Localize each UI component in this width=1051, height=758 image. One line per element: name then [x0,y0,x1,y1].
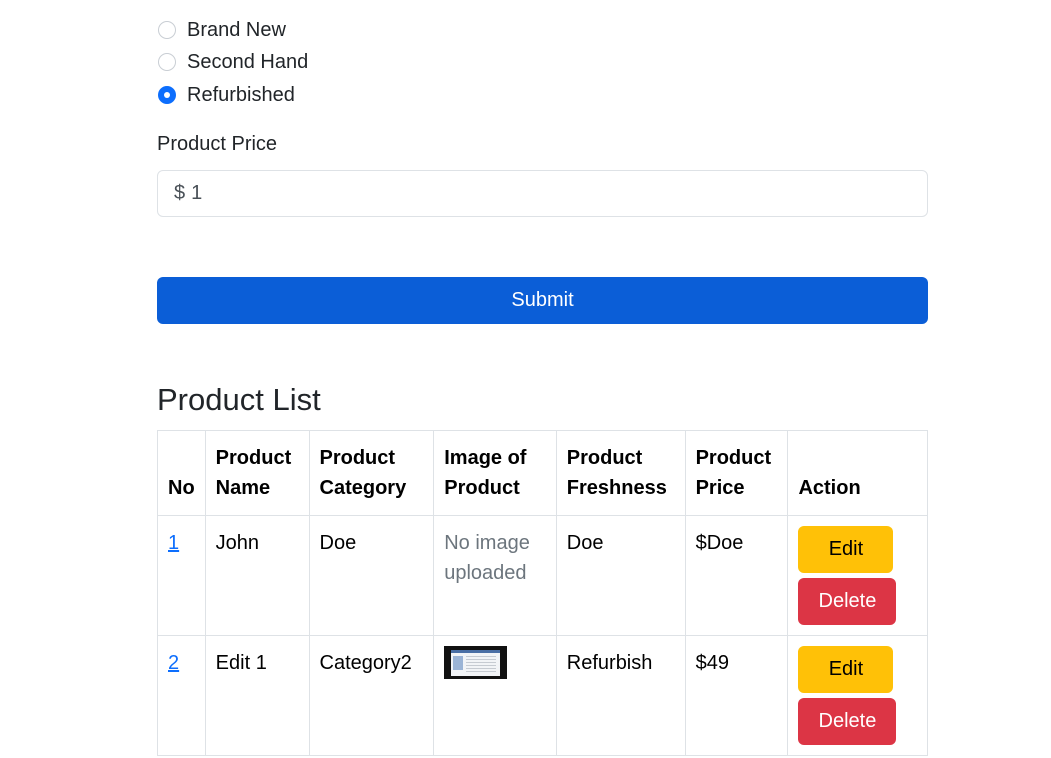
price-value: 1 [191,182,203,204]
price-label: Product Price [157,133,278,155]
cell-image [433,635,557,756]
thumbnail-screen [451,650,501,676]
price-input[interactable]: $ 1 [157,170,928,217]
cell-no: 2 [157,635,206,756]
radio-circle[interactable] [158,53,176,71]
cell-price: $Doe [684,515,789,636]
thumbnail-titlebar [451,650,501,653]
cell-actions: Edit Delete [787,515,928,636]
cell-name: Edit 1 [204,635,310,756]
product-table: No Product Name Product Category Image o… [157,430,928,756]
header-image: Image of Product [433,430,557,516]
cell-name: John [204,515,310,636]
delete-button[interactable]: Delete [798,698,897,745]
delete-button[interactable]: Delete [798,578,897,625]
header-product-name: Product Name [204,430,310,516]
radio-label: Second Hand [187,50,309,73]
radio-brand-new[interactable]: Brand New [157,18,286,42]
radio-second-hand[interactable]: Second Hand [157,50,308,74]
submit-button[interactable]: Submit [157,277,928,324]
row-number-link[interactable]: 1 [168,532,179,554]
product-thumbnail [444,646,508,679]
cell-no: 1 [157,515,206,636]
radio-refurbished[interactable]: Refurbished [157,83,295,107]
table-row: 2 Edit 1 Category2 Refurbish $49 Edit De… [157,635,928,756]
cell-actions: Edit Delete [787,635,928,756]
product-list-title: Product List [157,382,321,417]
edit-button[interactable]: Edit [798,526,894,573]
radio-label: Brand New [187,18,286,41]
cell-category: Category2 [308,635,435,756]
radio-circle[interactable] [158,21,176,39]
cell-category: Doe [308,515,435,636]
header-price: Product Price [684,430,789,516]
radio-label: Refurbished [187,83,295,106]
radio-circle-checked[interactable] [158,86,176,104]
header-product-category: Product Category [308,430,435,516]
thumbnail-sidebar [453,656,464,670]
edit-button[interactable]: Edit [798,646,894,693]
currency-prefix: $ [174,182,186,204]
table-header-row: No Product Name Product Category Image o… [157,430,928,516]
cell-freshness: Doe [555,515,686,636]
header-action: Action [787,430,928,516]
cell-price: $49 [684,635,789,756]
thumbnail-content [466,656,497,672]
header-no: No [157,430,206,516]
cell-image-placeholder: No image uploaded [433,515,557,636]
header-freshness: Product Freshness [555,430,686,516]
table-row: 1 John Doe No image uploaded Doe $Doe Ed… [157,515,928,636]
row-number-link[interactable]: 2 [168,652,179,674]
cell-freshness: Refurbish [555,635,686,756]
